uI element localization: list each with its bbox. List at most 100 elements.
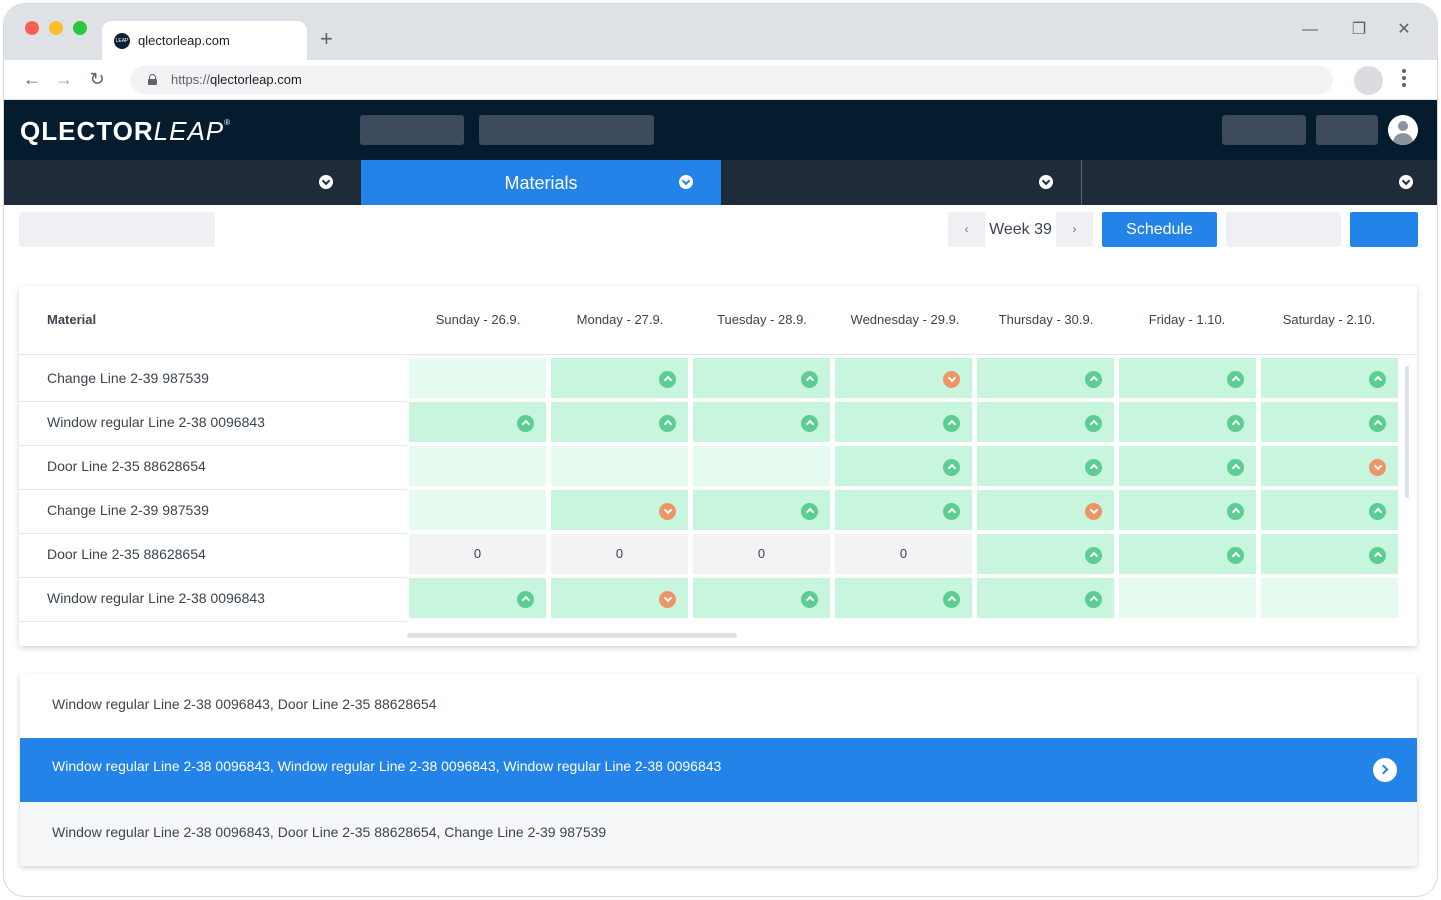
lock-icon bbox=[148, 74, 157, 85]
schedule-cell[interactable] bbox=[551, 446, 688, 486]
close-window-icon[interactable] bbox=[25, 21, 39, 35]
browser-tabbar: LEAP qlectorleap.com + — ❐ ✕ bbox=[4, 4, 1437, 60]
schedule-cell[interactable] bbox=[551, 402, 688, 442]
toolbar-placeholder-button[interactable] bbox=[1226, 212, 1341, 247]
minimize-icon[interactable]: — bbox=[1300, 20, 1320, 40]
schedule-cell[interactable] bbox=[409, 578, 546, 618]
schedule-cell[interactable] bbox=[1261, 534, 1398, 574]
browser-window: LEAP qlectorleap.com + — ❐ ✕ ← → ↻ https… bbox=[3, 3, 1438, 897]
schedule-button[interactable]: Schedule bbox=[1102, 212, 1217, 247]
schedule-cell[interactable] bbox=[409, 490, 546, 530]
schedule-cell[interactable] bbox=[1119, 490, 1256, 530]
schedule-cell[interactable] bbox=[551, 578, 688, 618]
day-column-header: Saturday - 2.10. bbox=[1282, 312, 1376, 327]
chevron-up-status-icon bbox=[659, 371, 676, 388]
user-avatar-icon[interactable] bbox=[1388, 115, 1418, 145]
chevron-down-status-icon bbox=[659, 503, 676, 520]
next-week-button[interactable]: › bbox=[1056, 212, 1093, 247]
schedule-cell[interactable]: 0 bbox=[835, 534, 972, 574]
primary-action-button[interactable] bbox=[1350, 212, 1418, 247]
browser-toolbar: ← → ↻ https://qlectorleap.com bbox=[4, 60, 1437, 100]
material-row-label[interactable]: Window regular Line 2-38 0096843 bbox=[47, 578, 265, 622]
schedule-cell[interactable]: 0 bbox=[409, 534, 546, 574]
address-input[interactable]: https://qlectorleap.com bbox=[130, 66, 1333, 94]
previous-week-button[interactable]: ‹ bbox=[948, 212, 985, 247]
new-tab-icon[interactable]: + bbox=[320, 28, 333, 50]
material-row-label[interactable]: Change Line 2-39 987539 bbox=[47, 490, 209, 534]
schedule-cell[interactable] bbox=[1261, 490, 1398, 530]
schedule-cell[interactable] bbox=[693, 578, 830, 618]
suggestion-text: Window regular Line 2-38 0096843, Door L… bbox=[52, 696, 437, 712]
week-selector: ‹ Week 39 › bbox=[948, 212, 1093, 247]
schedule-cell[interactable] bbox=[977, 358, 1114, 398]
day-column-header: Friday - 1.10. bbox=[1148, 312, 1226, 327]
nav-item-3[interactable] bbox=[721, 160, 1081, 205]
schedule-cell[interactable] bbox=[1261, 578, 1398, 618]
forward-arrow-icon[interactable]: → bbox=[54, 69, 74, 89]
profile-icon[interactable] bbox=[1354, 66, 1383, 95]
horizontal-scrollbar[interactable] bbox=[407, 633, 737, 638]
schedule-cell[interactable] bbox=[977, 578, 1114, 618]
schedule-cell[interactable] bbox=[1119, 358, 1256, 398]
schedule-cell[interactable] bbox=[1119, 534, 1256, 574]
schedule-cell[interactable] bbox=[409, 446, 546, 486]
schedule-cell[interactable] bbox=[977, 446, 1114, 486]
header-action-placeholder-2[interactable] bbox=[1316, 115, 1378, 145]
schedule-cell[interactable] bbox=[1119, 446, 1256, 486]
schedule-cell[interactable] bbox=[835, 578, 972, 618]
header-nav-placeholder-2[interactable] bbox=[479, 115, 654, 145]
schedule-cell[interactable] bbox=[551, 490, 688, 530]
schedule-cell[interactable] bbox=[1119, 402, 1256, 442]
browser-tab[interactable]: LEAP qlectorleap.com bbox=[102, 21, 307, 60]
schedule-cell[interactable] bbox=[693, 402, 830, 442]
chevron-down-icon bbox=[1399, 175, 1413, 189]
schedule-cell[interactable]: 0 bbox=[551, 534, 688, 574]
material-row-label[interactable]: Door Line 2-35 88628654 bbox=[47, 446, 206, 490]
vertical-scrollbar[interactable] bbox=[1405, 366, 1409, 498]
schedule-cell[interactable] bbox=[1261, 402, 1398, 442]
suggestion-item[interactable]: Window regular Line 2-38 0096843, Door L… bbox=[20, 674, 1417, 738]
material-row-label[interactable]: Door Line 2-35 88628654 bbox=[47, 534, 206, 578]
maximize-window-icon[interactable] bbox=[73, 21, 87, 35]
header-nav-placeholder-1[interactable] bbox=[360, 115, 464, 145]
schedule-cell[interactable] bbox=[409, 358, 546, 398]
suggestion-list: Window regular Line 2-38 0096843, Door L… bbox=[20, 674, 1417, 866]
qlector-leap-logo: QLECTORLEAP® bbox=[20, 116, 232, 146]
schedule-cell[interactable] bbox=[693, 490, 830, 530]
schedule-cell[interactable] bbox=[977, 490, 1114, 530]
schedule-cell[interactable] bbox=[835, 358, 972, 398]
schedule-cell[interactable] bbox=[977, 402, 1114, 442]
schedule-cell[interactable] bbox=[693, 446, 830, 486]
close-icon[interactable]: ✕ bbox=[1394, 20, 1414, 40]
material-row-label[interactable]: Change Line 2-39 987539 bbox=[47, 358, 209, 402]
nav-item-1[interactable] bbox=[4, 160, 361, 205]
schedule-cell[interactable] bbox=[551, 358, 688, 398]
chevron-up-status-icon bbox=[517, 415, 534, 432]
minimize-window-icon[interactable] bbox=[49, 21, 63, 35]
schedule-cell[interactable] bbox=[835, 402, 972, 442]
schedule-cell[interactable] bbox=[1261, 358, 1398, 398]
suggestion-item[interactable]: Window regular Line 2-38 0096843, Door L… bbox=[20, 802, 1417, 866]
schedule-cell[interactable] bbox=[1119, 578, 1256, 618]
header-action-placeholder-1[interactable] bbox=[1222, 115, 1306, 145]
schedule-cell[interactable]: 0 bbox=[693, 534, 830, 574]
schedule-cell[interactable] bbox=[977, 534, 1114, 574]
suggestion-item[interactable]: Window regular Line 2-38 0096843, Window… bbox=[20, 738, 1417, 802]
browser-tab-title: qlectorleap.com bbox=[138, 33, 230, 48]
filter-placeholder[interactable] bbox=[19, 212, 215, 247]
app-header: QLECTORLEAP® bbox=[4, 100, 1437, 160]
more-menu-icon[interactable] bbox=[1402, 69, 1408, 89]
schedule-cell[interactable] bbox=[1261, 446, 1398, 486]
material-row-label[interactable]: Window regular Line 2-38 0096843 bbox=[47, 402, 265, 446]
restore-icon[interactable]: ❐ bbox=[1349, 20, 1369, 40]
schedule-cell[interactable] bbox=[693, 358, 830, 398]
reload-icon[interactable]: ↻ bbox=[87, 69, 107, 89]
schedule-cell[interactable] bbox=[835, 446, 972, 486]
chevron-right-icon[interactable] bbox=[1373, 758, 1397, 782]
nav-item-materials[interactable]: Materials bbox=[361, 160, 721, 205]
chevron-up-status-icon bbox=[943, 459, 960, 476]
back-arrow-icon[interactable]: ← bbox=[22, 69, 42, 89]
schedule-cell[interactable] bbox=[409, 402, 546, 442]
schedule-cell[interactable] bbox=[835, 490, 972, 530]
nav-item-4[interactable] bbox=[1082, 160, 1437, 205]
